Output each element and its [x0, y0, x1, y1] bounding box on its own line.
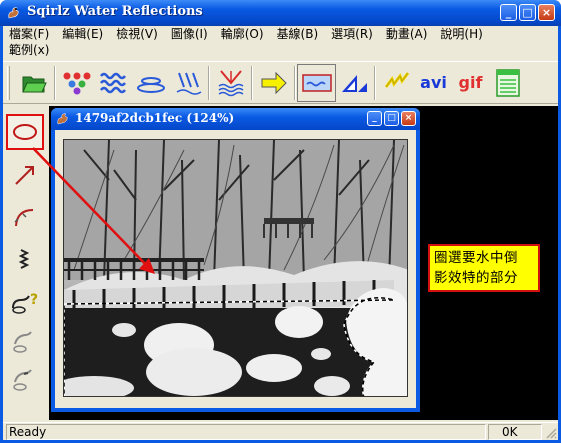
- zigzag-tool[interactable]: [6, 242, 44, 278]
- resize-grip-icon[interactable]: [544, 426, 557, 439]
- curve-tool-2[interactable]: [6, 324, 44, 360]
- menu-file[interactable]: 檔案(F): [3, 26, 56, 42]
- arrow-line-icon: [15, 166, 34, 185]
- menu-edit[interactable]: 編輯(E): [56, 26, 110, 42]
- rain-icon: [176, 72, 201, 95]
- menu-options[interactable]: 選項(R): [325, 26, 380, 42]
- reflection-button[interactable]: [212, 65, 249, 101]
- lightning-button[interactable]: [378, 65, 415, 101]
- lightning-icon: [384, 71, 409, 88]
- image-window-client: [55, 130, 416, 408]
- toolbar-separator: [208, 65, 210, 100]
- client-area: 檔案(F) 編輯(E) 檢視(V) 圖像(I) 輪廓(O) 基線(B) 選項(R…: [3, 26, 558, 440]
- avi-button[interactable]: avi: [415, 65, 452, 101]
- menu-outline[interactable]: 輪廓(O): [215, 26, 271, 42]
- curve-icon-3: [13, 369, 32, 391]
- arrow-line-tool[interactable]: [6, 157, 44, 193]
- arrow-right-icon: [261, 71, 287, 94]
- curve-icon: [14, 209, 34, 227]
- panel-icon: [495, 68, 520, 97]
- curve-question-icon: ?: [12, 292, 38, 314]
- snow-scene-image: [64, 140, 407, 396]
- image-maximize-button[interactable]: □: [384, 111, 399, 126]
- svg-text:?: ?: [30, 292, 38, 308]
- callout-line-1: 圈選要水中倒: [434, 250, 518, 266]
- menu-help[interactable]: 說明(H): [434, 26, 489, 42]
- status-memory: 0K: [488, 424, 542, 440]
- image-close-button[interactable]: ×: [401, 111, 416, 126]
- triangles-button[interactable]: [335, 65, 372, 101]
- ripples-icon: [136, 76, 165, 93]
- color-dots-button[interactable]: [58, 65, 95, 101]
- menu-animation[interactable]: 動畫(A): [380, 26, 435, 42]
- toolbar-separator: [374, 65, 376, 100]
- settings-panel-button[interactable]: [489, 65, 526, 101]
- menu-baseline[interactable]: 基線(B): [271, 26, 326, 42]
- ellipse-select-tool[interactable]: [6, 114, 44, 150]
- image-window-icon: [57, 113, 68, 125]
- ellipse-icon: [13, 124, 37, 140]
- water-rect-button[interactable]: [297, 63, 336, 102]
- toolbar-separator: [54, 65, 56, 100]
- app-icon: [8, 7, 19, 19]
- instruction-callout: 圈選要水中倒 影效特的部分: [428, 244, 540, 292]
- menubar: 檔案(F) 編輯(E) 檢視(V) 圖像(I) 輪廓(O) 基線(B) 選項(R…: [3, 26, 558, 60]
- curve-tool-3[interactable]: [6, 364, 44, 400]
- menu-examples[interactable]: 範例(x): [3, 42, 56, 58]
- waves-icon: [99, 72, 126, 93]
- toolbar-grip[interactable]: [7, 65, 10, 100]
- callout-line-2: 影效特的部分: [434, 270, 518, 286]
- gif-label: gif: [458, 73, 483, 92]
- minimize-button[interactable]: _: [500, 4, 517, 21]
- snow-scene-photo[interactable]: [63, 139, 408, 397]
- status-bar: Ready 0K: [3, 422, 558, 440]
- triangles-icon: [341, 74, 367, 92]
- curve-icon-2: [13, 331, 32, 353]
- toolbar-separator: [251, 65, 253, 100]
- close-button[interactable]: ×: [538, 4, 555, 21]
- maximize-button[interactable]: □: [519, 4, 536, 21]
- menu-view[interactable]: 檢視(V): [110, 26, 165, 42]
- image-window-titlebar[interactable]: 1479af2dcb1fec (124%) _ □ ×: [51, 108, 420, 130]
- curve-question-tool[interactable]: ?: [6, 284, 44, 320]
- curve-tool[interactable]: [6, 199, 44, 235]
- avi-label: avi: [420, 73, 447, 92]
- toolbar-separator: [294, 65, 296, 100]
- status-text: Ready: [6, 424, 486, 440]
- water-rect-icon: [301, 73, 332, 92]
- open-folder-icon: [21, 76, 47, 92]
- reflection-icon: [218, 69, 243, 96]
- waves-button[interactable]: [95, 65, 132, 101]
- gif-button[interactable]: gif: [452, 65, 489, 101]
- next-arrow-button[interactable]: [255, 65, 292, 101]
- menu-image[interactable]: 圖像(I): [165, 26, 215, 42]
- ripples-button[interactable]: [132, 65, 169, 101]
- image-minimize-button[interactable]: _: [367, 111, 382, 126]
- image-window: 1479af2dcb1fec (124%) _ □ ×: [51, 108, 420, 412]
- open-folder-button[interactable]: [15, 65, 52, 101]
- rain-button[interactable]: [169, 65, 206, 101]
- tool-palette: ?: [3, 106, 47, 420]
- title-bar[interactable]: Sqirlz Water Reflections _ □ ×: [0, 0, 561, 26]
- window-title: Sqirlz Water Reflections: [27, 4, 203, 19]
- color-dots-icon: [63, 72, 90, 94]
- toolbar: avi gif: [3, 61, 558, 104]
- image-window-title: 1479af2dcb1fec (124%): [75, 111, 235, 125]
- main-window: Sqirlz Water Reflections _ □ × 檔案(F) 編輯(…: [0, 0, 561, 443]
- zigzag-icon: [18, 249, 30, 269]
